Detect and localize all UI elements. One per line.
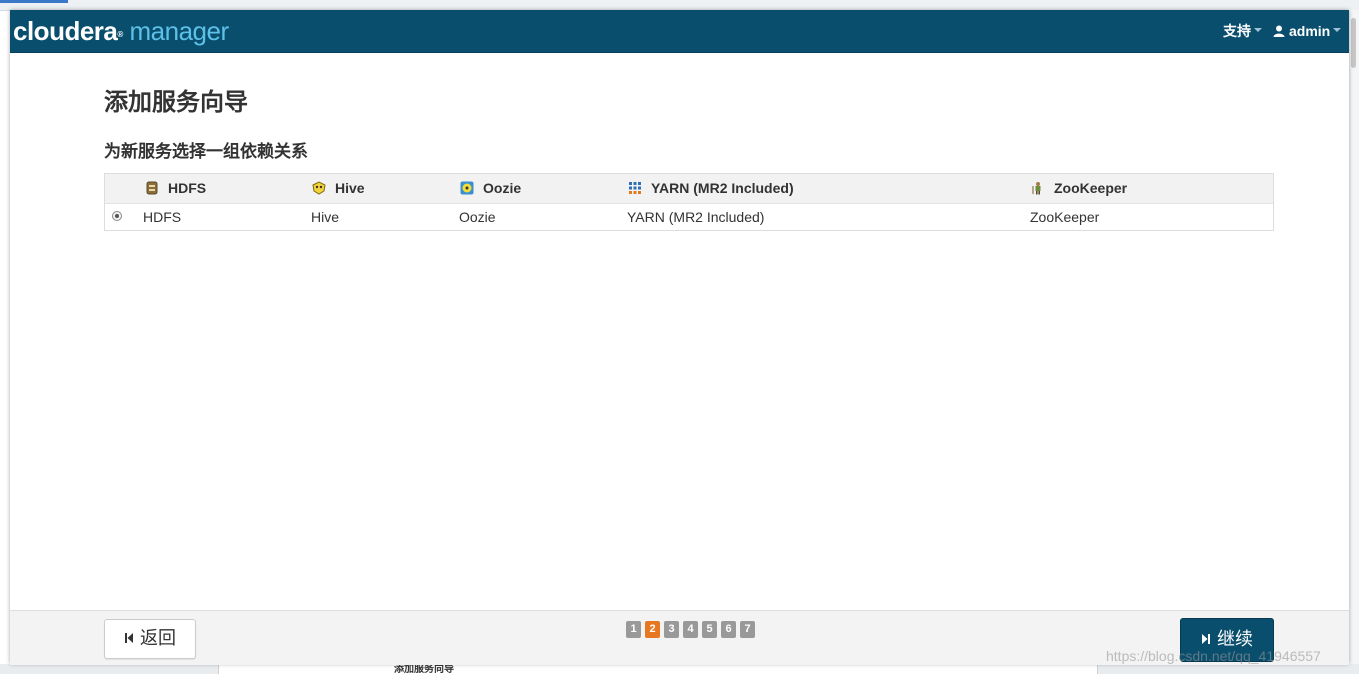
continue-button-label: 继续 bbox=[1217, 629, 1253, 650]
background-page: 添加服务向导 bbox=[0, 664, 1359, 675]
step-badge: 3 bbox=[664, 621, 679, 638]
wizard-step-indicator: 1 2 3 4 5 6 7 bbox=[626, 621, 759, 638]
cloudera-manager-logo[interactable]: cloudera® manager bbox=[13, 16, 229, 46]
user-menu-label: admin bbox=[1289, 23, 1331, 39]
chevron-down-icon bbox=[1254, 28, 1262, 33]
dependency-set-radio[interactable] bbox=[112, 211, 122, 221]
user-menu[interactable]: admin bbox=[1273, 23, 1342, 39]
top-navbar: cloudera® manager 支持 admin bbox=[10, 10, 1349, 53]
step-badge-active: 2 bbox=[645, 621, 660, 638]
user-icon bbox=[1273, 25, 1285, 38]
support-menu[interactable]: 支持 bbox=[1223, 23, 1262, 39]
brand-primary: cloudera bbox=[13, 16, 118, 46]
section-subtitle: 为新服务选择一组依赖关系 bbox=[104, 142, 308, 161]
table-cell-oozie: Oozie bbox=[459, 209, 496, 225]
brand-secondary: manager bbox=[129, 16, 230, 46]
page-title: 添加服务向导 bbox=[104, 89, 248, 116]
table-cell-hdfs: HDFS bbox=[143, 209, 182, 225]
registered-mark: ® bbox=[117, 30, 123, 39]
step-backward-icon bbox=[125, 633, 133, 643]
step-forward-icon bbox=[1202, 634, 1210, 644]
table-cell-yarn: YARN (MR2 Included) bbox=[627, 209, 765, 225]
step-badge: 1 bbox=[626, 621, 641, 638]
column-header-hdfs: HDFS bbox=[145, 180, 206, 196]
watermark: https://blog.csdn.net/qq_41946557 bbox=[1106, 648, 1321, 664]
column-header-hive: Hive bbox=[312, 180, 365, 196]
add-service-wizard-dialog: cloudera® manager 支持 admin 添加服务向导 为新服务选择… bbox=[10, 10, 1349, 665]
table-header: HDFS Hive Oozie YARN (MR2 Included) ZooK… bbox=[105, 174, 1273, 204]
step-badge: 7 bbox=[740, 621, 755, 638]
background-dialog-edge: 添加服务向导 bbox=[218, 664, 1098, 675]
support-menu-label: 支持 bbox=[1223, 23, 1251, 39]
active-tab-indicator bbox=[0, 0, 68, 3]
step-badge: 6 bbox=[721, 621, 736, 638]
dependency-table: HDFS Hive Oozie YARN (MR2 Included) ZooK… bbox=[104, 173, 1274, 231]
page-scrollbar[interactable] bbox=[1348, 10, 1359, 674]
oozie-icon bbox=[460, 181, 474, 195]
step-badge: 4 bbox=[683, 621, 698, 638]
yarn-icon bbox=[629, 182, 641, 195]
column-header-oozie: Oozie bbox=[460, 180, 521, 196]
column-header-yarn: YARN (MR2 Included) bbox=[628, 180, 794, 196]
column-header-zookeeper: ZooKeeper bbox=[1031, 180, 1127, 196]
table-cell-hive: Hive bbox=[311, 209, 340, 225]
hive-icon bbox=[312, 181, 326, 195]
step-badge: 5 bbox=[702, 621, 717, 638]
zookeeper-icon bbox=[1032, 182, 1041, 195]
chevron-down-icon bbox=[1333, 28, 1342, 33]
table-cell-zookeeper: ZooKeeper bbox=[1030, 209, 1100, 225]
back-button[interactable]: 返回 bbox=[104, 619, 196, 659]
back-button-label: 返回 bbox=[140, 628, 176, 649]
scrollbar-thumb[interactable] bbox=[1351, 18, 1356, 68]
hdfs-icon bbox=[146, 181, 158, 195]
